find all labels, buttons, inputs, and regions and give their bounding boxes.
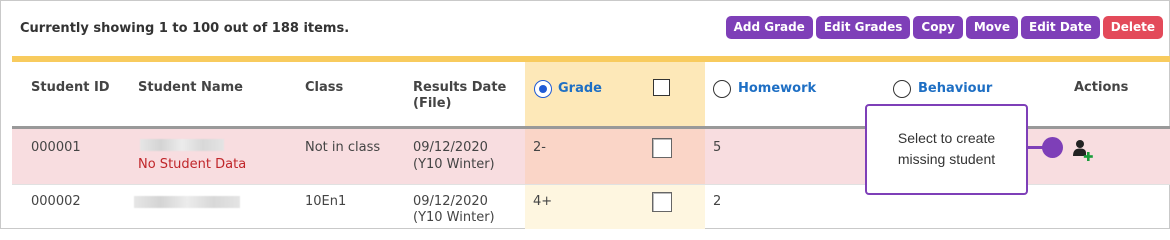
- homework-radio-button[interactable]: [713, 80, 731, 98]
- row2-class: 10En1: [305, 194, 347, 209]
- row1-checkbox[interactable]: [652, 138, 672, 158]
- header-results-date-line1: Results Date: [413, 80, 507, 95]
- header-student-id: Student ID: [31, 80, 110, 95]
- create-student-tooltip: Select to create missing student: [865, 104, 1028, 195]
- edit-grades-button[interactable]: Edit Grades: [815, 16, 911, 39]
- add-user-icon[interactable]: [1073, 139, 1095, 161]
- header-homework-label[interactable]: Homework: [738, 81, 816, 96]
- delete-button[interactable]: Delete: [1102, 16, 1163, 39]
- row1-no-student-data: No Student Data: [138, 157, 247, 172]
- select-all-checkbox[interactable]: [653, 79, 670, 96]
- header-results-date-line2: (File): [413, 96, 452, 111]
- row1-homework: 5: [713, 140, 722, 155]
- redacted-student-name: [140, 139, 224, 151]
- row1-date-file: (Y10 Winter): [413, 157, 495, 172]
- row2-homework: 2: [713, 194, 722, 209]
- header-results-date: Results Date (File): [413, 80, 506, 112]
- grade-column-header-highlight: [525, 62, 705, 126]
- row1-class: Not in class: [305, 140, 381, 155]
- row1-grade: 2-: [533, 140, 546, 155]
- edit-date-button[interactable]: Edit Date: [1021, 16, 1100, 39]
- grade-radio-button[interactable]: [534, 80, 552, 98]
- tooltip-line2: missing student: [897, 151, 996, 167]
- toolbar: Add Grade Edit Grades Copy Move Edit Dat…: [725, 16, 1163, 39]
- header-student-name: Student Name: [138, 80, 243, 95]
- row1-date: 09/12/2020: [413, 140, 488, 155]
- copy-button[interactable]: Copy: [913, 16, 963, 39]
- row2-date: 09/12/2020: [413, 194, 488, 209]
- row1-student-id: 000001: [31, 140, 81, 155]
- item-count-text: Currently showing 1 to 100 out of 188 it…: [20, 21, 350, 36]
- header-actions: Actions: [1074, 80, 1129, 95]
- row2-date-file: (Y10 Winter): [413, 210, 495, 225]
- grade-cell-highlight: [525, 129, 705, 184]
- row2-grade: 4+: [533, 194, 553, 209]
- tooltip-pointer-dot: [1042, 137, 1063, 158]
- row2-checkbox[interactable]: [652, 192, 672, 212]
- row2-student-id: 000002: [31, 194, 81, 209]
- header-behaviour-label[interactable]: Behaviour: [918, 81, 992, 96]
- redacted-student-name: [134, 196, 240, 208]
- tooltip-line1: Select to create: [897, 130, 996, 146]
- move-button[interactable]: Move: [965, 16, 1019, 39]
- header-grade-label[interactable]: Grade: [558, 81, 602, 96]
- behaviour-radio-button[interactable]: [893, 80, 911, 98]
- add-grade-button[interactable]: Add Grade: [725, 16, 813, 39]
- header-class: Class: [305, 80, 344, 95]
